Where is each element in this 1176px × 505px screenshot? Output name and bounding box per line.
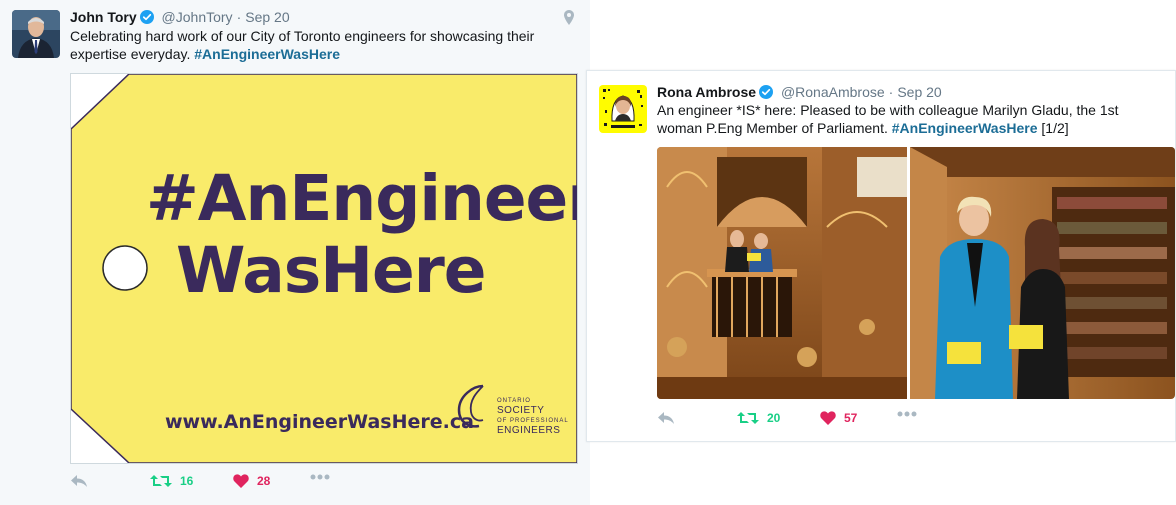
like-count: 57 (844, 411, 858, 425)
like-button[interactable]: 57 (820, 411, 857, 425)
hashtag-link[interactable]: #AnEngineerWasHere (892, 120, 1038, 136)
ospe-logo-text: ONTARIO SOCIETY OF PROFESSIONAL ENGINEER… (497, 398, 569, 436)
media-photo-library[interactable] (657, 147, 1175, 399)
tweet-john-tory[interactable]: John Tory @JohnTory · Sep 20 Celebrating h… (0, 0, 590, 505)
heart-icon (820, 411, 836, 425)
author-handle[interactable]: @RonaAmbrose (781, 84, 885, 100)
reply-icon (71, 475, 87, 487)
author-name[interactable]: John Tory (70, 9, 137, 25)
reply-button[interactable] (70, 474, 88, 488)
verified-badge-icon (139, 10, 154, 28)
author-name[interactable]: Rona Ambrose (657, 84, 756, 100)
retweet-count: 20 (767, 411, 781, 425)
more-icon (897, 411, 917, 417)
tweet-date[interactable]: Sep 20 (245, 9, 289, 25)
more-button[interactable] (897, 411, 917, 417)
tag-headline-line1: #AnEngineer (146, 162, 578, 235)
tweet-date[interactable]: Sep 20 (897, 84, 941, 100)
more-icon (310, 474, 330, 480)
separator: · (888, 84, 894, 100)
tweet-text-suffix: [1/2] (1037, 120, 1069, 136)
hashtag-link[interactable]: #AnEngineerWasHere (194, 46, 340, 62)
more-button[interactable] (310, 474, 330, 480)
tweet-rona-ambrose[interactable]: Rona Ambrose @RonaAmbrose · Sep 20 An engi… (586, 70, 1176, 442)
tweet-text: An engineer *IS* here: Pleased to be wit… (657, 101, 1157, 137)
reply-button[interactable] (657, 411, 675, 425)
separator: · (236, 9, 242, 25)
reply-icon (658, 412, 674, 424)
photo-image (657, 147, 1175, 399)
retweet-button[interactable]: 20 (737, 411, 780, 425)
tweet-header: Rona Ambrose @RonaAmbrose · Sep 20 (657, 83, 942, 103)
tag-headline-line2: WasHere (176, 234, 487, 307)
like-count: 28 (257, 474, 271, 488)
tag-url: www.AnEngineerWasHere.ca (165, 411, 474, 433)
media-card-tag-image[interactable]: #AnEngineer WasHere www.AnEngineerWasHer… (70, 73, 578, 464)
retweet-button[interactable]: 16 (150, 474, 193, 488)
retweet-icon (150, 475, 172, 487)
tweet-text: Celebrating hard work of our City of Tor… (70, 27, 570, 63)
location-pin-icon[interactable] (564, 10, 574, 25)
retweet-count: 16 (180, 474, 194, 488)
like-button[interactable]: 28 (233, 474, 270, 488)
avatar[interactable] (599, 85, 647, 133)
heart-icon (233, 474, 249, 488)
tweet-header: John Tory @JohnTory · Sep 20 (70, 8, 290, 28)
ospe-logo-icon (457, 384, 484, 428)
avatar[interactable] (12, 10, 60, 58)
author-handle[interactable]: @JohnTory (162, 9, 233, 25)
retweet-icon (737, 412, 759, 424)
